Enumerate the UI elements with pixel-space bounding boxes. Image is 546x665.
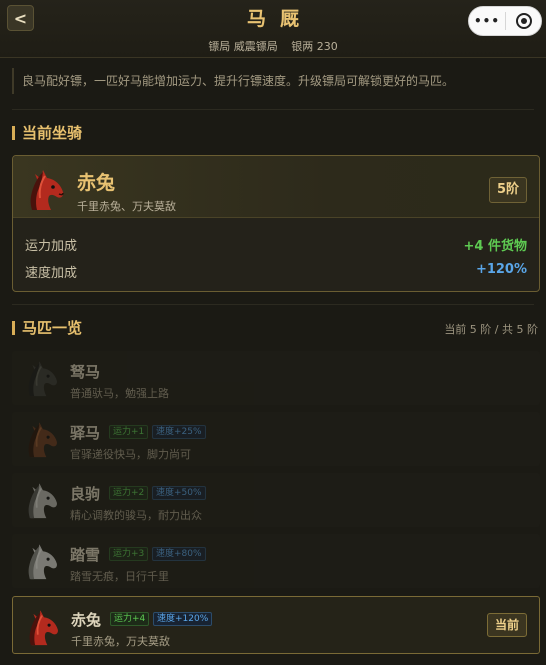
- white-horse-icon: [28, 544, 57, 580]
- horse-slogan: 普通驮马，勉强上路: [70, 387, 169, 400]
- divider: [12, 304, 534, 305]
- current-mount-slogan: 千里赤兔、万夫莫敌: [77, 200, 176, 213]
- horse-list-title: 马匹一览: [12, 319, 82, 337]
- close-button[interactable]: [506, 13, 541, 29]
- agency-info: 镖局 威震镖局 银两 230: [0, 38, 546, 54]
- divider: [12, 109, 534, 110]
- dark-horse-icon: [28, 361, 57, 397]
- speed-stat: 速度加成 +120%: [25, 262, 527, 281]
- horse-slogan: 精心调教的骏马，耐力出众: [70, 509, 202, 522]
- brown-horse-icon: [28, 422, 57, 458]
- red-horse-icon: [29, 610, 58, 646]
- record-icon: [515, 13, 532, 29]
- tier-progress: 当前 5 阶 / 共 5 阶: [444, 323, 538, 336]
- speed-value: +120%: [475, 262, 527, 277]
- page-title: 马厩: [246, 8, 313, 30]
- capacity-tag: 运力+2: [109, 486, 149, 500]
- speed-tag: 速度+50%: [152, 486, 206, 500]
- horse-name: 驿马: [70, 424, 101, 442]
- horse-name: 驽马: [70, 363, 101, 381]
- current-mount-name: 赤兔: [77, 172, 116, 194]
- capacity-tag: 运力+4: [110, 612, 150, 626]
- grey-horse-icon: [28, 483, 57, 519]
- agency-name: 镖局 威震镖局: [208, 40, 278, 53]
- speed-tag: 速度+120%: [153, 612, 213, 626]
- horse-row[interactable]: 良驹 精心调教的骏马，耐力出众 运力+2 速度+50%: [12, 473, 540, 527]
- speed-tag: 速度+80%: [152, 547, 206, 561]
- top-bar: < 马厩 镖局 威震镖局 银两 230 •••: [0, 0, 546, 58]
- current-mount-header: 赤兔 千里赤兔、万夫莫敌 5阶: [13, 156, 539, 218]
- silver-balance: 银两 230: [291, 40, 338, 53]
- horse-slogan: 官驿递役快马，脚力尚可: [70, 448, 191, 461]
- capacity-tag: 运力+3: [109, 547, 149, 561]
- horse-name: 良驹: [70, 485, 101, 503]
- capacity-label: 运力加成: [25, 239, 78, 254]
- current-mount-card: 赤兔 千里赤兔、万夫莫敌 5阶 运力加成 +4 件货物 速度加成 +120%: [12, 155, 540, 292]
- horse-row[interactable]: 赤兔 千里赤兔，万夫莫敌 运力+4 速度+120% 当前: [12, 596, 540, 654]
- speed-label: 速度加成: [25, 266, 78, 281]
- intro-text: 良马配好镖，一匹好马能增加运力、提升行镖速度。升级镖局可解锁更好的马匹。: [12, 68, 534, 94]
- capacity-tag: 运力+1: [109, 425, 149, 439]
- tier-badge: 5阶: [489, 177, 527, 203]
- current-mount-button[interactable]: 当前: [487, 613, 527, 637]
- speed-tag: 速度+25%: [152, 425, 206, 439]
- horse-name: 赤兔: [71, 611, 102, 629]
- miniprogram-capsule: •••: [468, 6, 542, 36]
- capacity-value: +4 件货物: [463, 239, 527, 254]
- more-button[interactable]: •••: [469, 14, 505, 28]
- horse-slogan: 踏雪无痕，日行千里: [70, 570, 169, 583]
- horse-slogan: 千里赤兔，万夫莫敌: [71, 635, 170, 648]
- capacity-stat: 运力加成 +4 件货物: [25, 235, 527, 254]
- horse-row[interactable]: 踏雪 踏雪无痕，日行千里 运力+3 速度+80%: [12, 534, 540, 588]
- red-horse-icon: [30, 170, 64, 210]
- current-mount-title: 当前坐骑: [12, 124, 82, 142]
- horse-row[interactable]: 驿马 官驿递役快马，脚力尚可 运力+1 速度+25%: [12, 412, 540, 466]
- horse-name: 踏雪: [70, 546, 101, 564]
- horse-row[interactable]: 驽马 普通驮马，勉强上路: [12, 351, 540, 405]
